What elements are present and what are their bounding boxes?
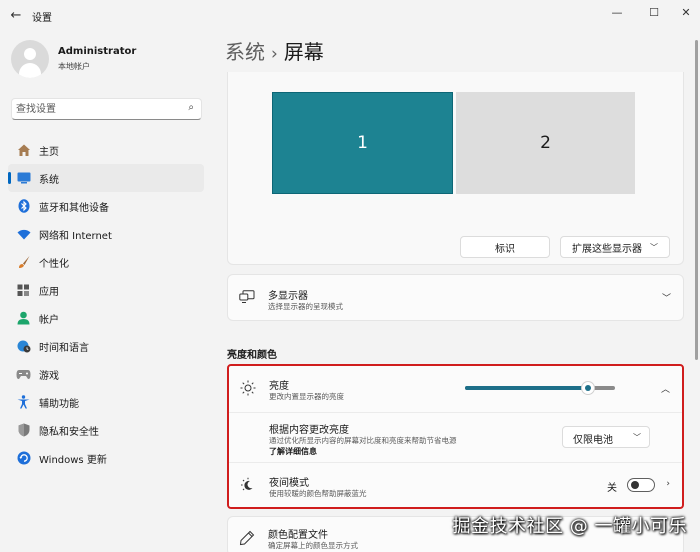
globe-clock-icon <box>16 339 31 354</box>
night-light-toggle[interactable] <box>627 478 655 492</box>
learn-more-link[interactable]: 了解详细信息 <box>269 446 317 457</box>
adaptive-brightness-subtitle: 通过优化所显示内容的屏幕对比度和亮度来帮助节省电源 <box>269 436 457 445</box>
breadcrumb-separator: › <box>271 44 278 64</box>
breadcrumb: 系统 › 屏幕 <box>225 36 324 65</box>
display-mode-value: 扩展这些显示器 <box>572 243 642 255</box>
chevron-up-icon[interactable]: ︿ <box>661 382 670 395</box>
toggle-state-label: 关 <box>607 483 617 494</box>
brightness-row[interactable]: 亮度 更改内置显示器的亮度 ︿ <box>229 366 682 412</box>
sidebar-item-label: 系统 <box>39 174 59 186</box>
shield-icon <box>16 423 31 438</box>
monitor-1[interactable]: 1 <box>272 92 453 194</box>
sidebar-item-gaming[interactable]: 游戏 <box>8 360 204 388</box>
brightness-group: 亮度 更改内置显示器的亮度 ︿ 根据内容更改亮度 通过优化所显示内容的屏幕对比度… <box>227 364 684 509</box>
sidebar-item-personalization[interactable]: 个性化 <box>8 248 204 276</box>
sidebar-item-label: 蓝牙和其他设备 <box>39 202 109 214</box>
brightness-slider-thumb[interactable] <box>581 381 595 395</box>
close-icon[interactable]: ✕ <box>674 3 698 23</box>
sidebar-item-time-language[interactable]: 时间和语言 <box>8 332 204 360</box>
display-mode-dropdown[interactable]: 扩展这些显示器 ﹀ <box>560 236 670 258</box>
breadcrumb-parent[interactable]: 系统 <box>225 40 265 64</box>
sidebar-item-network[interactable]: 网络和 Internet <box>8 220 204 248</box>
accessibility-icon <box>16 395 31 410</box>
sidebar-item-bluetooth[interactable]: 蓝牙和其他设备 <box>8 192 204 220</box>
minimize-icon[interactable]: — <box>605 3 629 23</box>
display-arrangement: 1 2 标识 扩展这些显示器 ﹀ <box>227 72 684 265</box>
brush-icon <box>16 255 31 270</box>
multi-display-row[interactable]: 多显示器 选择显示器的呈现模式 ﹀ <box>227 274 684 321</box>
sidebar-item-label: 主页 <box>39 146 59 158</box>
multi-display-icon <box>239 290 255 306</box>
brightness-title: 亮度 <box>269 381 289 392</box>
home-icon <box>16 143 31 158</box>
app-title: 设置 <box>32 13 52 24</box>
account-type: 本地帐户 <box>58 62 90 71</box>
adaptive-brightness-dropdown[interactable]: 仅限电池 ﹀ <box>562 426 650 448</box>
sidebar-item-label: 辅助功能 <box>39 398 79 410</box>
page-title: 屏幕 <box>283 40 324 64</box>
sidebar-item-label: 时间和语言 <box>39 342 89 354</box>
search-input[interactable] <box>16 101 176 117</box>
brightness-slider-fill <box>465 386 588 390</box>
sun-icon <box>240 380 256 396</box>
identify-button[interactable]: 标识 <box>460 236 550 258</box>
apps-icon <box>16 283 31 298</box>
watermark: 掘金技术社区 @ 一罐小可乐 <box>452 516 687 537</box>
sidebar-item-home[interactable]: 主页 <box>8 136 204 164</box>
sidebar-nav: 主页 系统 蓝牙和其他设备 网络和 Internet 个性化 应用 帐户 时间和… <box>8 136 204 472</box>
windows-update-icon <box>16 451 31 466</box>
avatar[interactable] <box>11 40 49 78</box>
sidebar-item-system[interactable]: 系统 <box>8 164 204 192</box>
system-display-icon <box>16 171 31 186</box>
sidebar-item-label: 帐户 <box>39 314 59 326</box>
sidebar-item-label: 应用 <box>39 286 59 298</box>
chevron-right-icon[interactable]: › <box>666 479 670 489</box>
night-light-subtitle: 使用较暖的颜色帮助屏蔽蓝光 <box>269 489 367 498</box>
sidebar-item-privacy[interactable]: 隐私和安全性 <box>8 416 204 444</box>
brightness-slider[interactable] <box>465 381 615 395</box>
monitor-2[interactable]: 2 <box>456 92 635 194</box>
user-name: Administrator <box>58 46 137 57</box>
multi-display-title: 多显示器 <box>268 291 308 302</box>
section-header: 亮度和颜色 <box>227 350 277 361</box>
sidebar-item-label: 游戏 <box>39 370 59 382</box>
sidebar-item-label: 隐私和安全性 <box>39 426 99 438</box>
brightness-subtitle: 更改内置显示器的亮度 <box>269 392 344 401</box>
dropdown-value: 仅限电池 <box>573 435 613 446</box>
chevron-down-icon[interactable]: ﹀ <box>662 291 671 304</box>
adaptive-brightness-title: 根据内容更改亮度 <box>269 425 349 436</box>
account-icon <box>16 311 31 326</box>
night-light-title: 夜间模式 <box>269 478 309 489</box>
search-icon[interactable]: ⌕ <box>188 102 194 113</box>
color-profile-title: 颜色配置文件 <box>268 530 328 541</box>
bluetooth-icon <box>16 199 31 214</box>
search-box[interactable]: ⌕ <box>11 98 202 120</box>
sidebar-item-label: 网络和 Internet <box>39 230 112 242</box>
color-profile-subtitle: 确定屏幕上的颜色显示方式 <box>268 541 358 550</box>
gamepad-icon <box>16 367 31 382</box>
sidebar-item-accessibility[interactable]: 辅助功能 <box>8 388 204 416</box>
maximize-icon[interactable]: ☐ <box>642 3 666 23</box>
sidebar-item-apps[interactable]: 应用 <box>8 276 204 304</box>
adaptive-brightness-row: 根据内容更改亮度 通过优化所显示内容的屏幕对比度和亮度来帮助节省电源 了解详细信… <box>229 412 682 462</box>
night-light-row[interactable]: 夜间模式 使用较暖的颜色帮助屏蔽蓝光 关 › <box>229 462 682 508</box>
chevron-down-icon: ﹀ <box>633 433 641 442</box>
sidebar-item-label: 个性化 <box>39 258 69 270</box>
wifi-icon <box>16 227 31 242</box>
color-pen-icon <box>239 530 255 546</box>
sidebar-item-windows-update[interactable]: Windows 更新 <box>8 444 204 472</box>
multi-display-subtitle: 选择显示器的呈现模式 <box>268 302 343 311</box>
sidebar-item-label: Windows 更新 <box>39 454 107 466</box>
title-bar: ← 设置 — ☐ ✕ <box>0 0 700 32</box>
night-light-icon <box>240 477 256 493</box>
scrollbar[interactable] <box>695 40 698 510</box>
sidebar-item-accounts[interactable]: 帐户 <box>8 304 204 332</box>
back-arrow-icon[interactable]: ← <box>6 6 26 26</box>
chevron-down-icon: ﹀ <box>650 242 658 252</box>
